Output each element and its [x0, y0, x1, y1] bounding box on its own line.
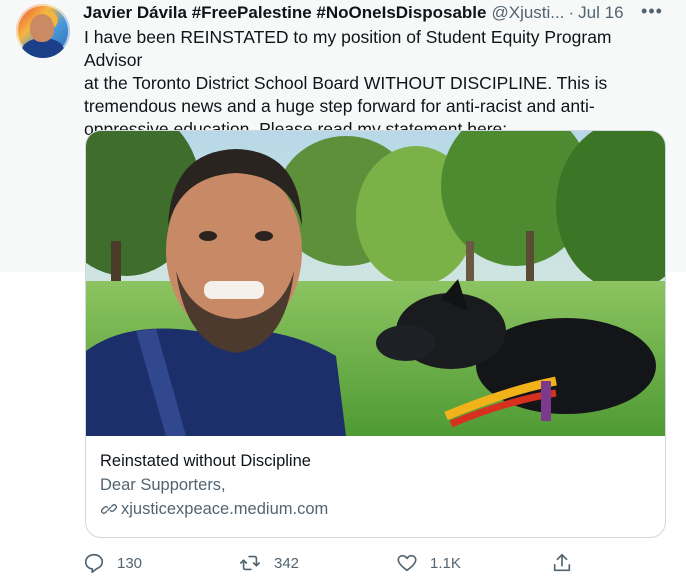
like-button[interactable]: 1.1K: [396, 550, 461, 576]
reply-icon: [84, 553, 104, 573]
reply-button[interactable]: 130: [83, 550, 142, 576]
author-name[interactable]: Javier Dávila #FreePalestine #NoOneIsDis…: [83, 2, 486, 24]
retweet-count: 342: [274, 554, 300, 572]
card-title: Reinstated without Discipline: [100, 452, 311, 470]
avatar[interactable]: [16, 4, 70, 58]
card-description: Dear Supporters,: [100, 476, 226, 494]
tweet-header: Javier Dávila #FreePalestine #NoOneIsDis…: [83, 2, 666, 24]
card-photo: [86, 131, 665, 436]
share-icon: [553, 553, 571, 572]
retweet-button[interactable]: 342: [238, 550, 299, 576]
tweet-text: I have been REINSTATED to my position of…: [84, 27, 612, 139]
heart-icon: [397, 554, 417, 572]
more-options-icon[interactable]: •••: [638, 2, 666, 24]
card-meta: Reinstated without Discipline Dear Suppo…: [100, 449, 651, 521]
author-handle[interactable]: @Xjusti...: [491, 2, 564, 24]
avatar-face: [30, 14, 54, 42]
retweet-icon: [240, 555, 260, 571]
card-domain-row: xjusticexpeace.medium.com: [100, 497, 651, 521]
card-domain: xjusticexpeace.medium.com: [121, 500, 329, 518]
tweet-date[interactable]: Jul 16: [578, 2, 623, 24]
link-icon: [101, 504, 117, 514]
share-button[interactable]: [551, 550, 585, 576]
action-bar: 130 342 1.1K: [83, 550, 583, 576]
tweet[interactable]: Javier Dávila #FreePalestine #NoOneIsDis…: [0, 0, 686, 588]
reply-count: 130: [117, 554, 143, 572]
like-count: 1.1K: [430, 554, 461, 572]
link-card[interactable]: Reinstated without Discipline Dear Suppo…: [85, 130, 666, 538]
separator-dot: ·: [568, 3, 575, 22]
